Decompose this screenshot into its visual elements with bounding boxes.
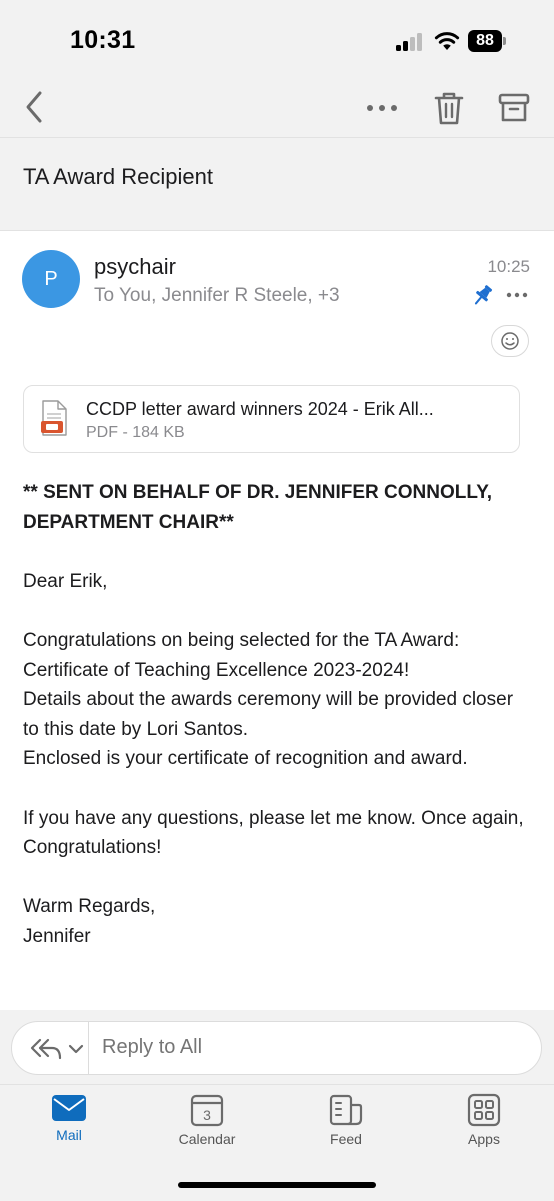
- email-subject: TA Award Recipient: [23, 164, 213, 189]
- tab-label: Mail: [56, 1127, 82, 1143]
- reply-all-icon[interactable]: [26, 1034, 86, 1062]
- body-signoff: Warm Regards,: [23, 896, 156, 918]
- home-indicator[interactable]: [178, 1182, 376, 1188]
- cellular-signal-icon: [396, 33, 424, 51]
- feed-icon: [329, 1094, 363, 1126]
- tab-feed[interactable]: Feed: [296, 1093, 396, 1157]
- subject-header: TA Award Recipient: [0, 138, 554, 231]
- body-paragraph: Congratulations on being selected for th…: [23, 629, 460, 681]
- reply-bar: [0, 1010, 554, 1084]
- body-signature: Jennifer: [23, 925, 91, 947]
- tab-label: Feed: [330, 1131, 362, 1147]
- tab-apps[interactable]: Apps: [434, 1093, 534, 1157]
- ellipsis-icon[interactable]: [362, 94, 402, 122]
- archive-icon[interactable]: [496, 90, 532, 126]
- status-time: 10:31: [70, 26, 136, 54]
- mail-icon: [52, 1095, 86, 1121]
- sender-name[interactable]: psychair: [94, 254, 176, 280]
- message-time: 10:25: [487, 257, 530, 276]
- recipients-line[interactable]: To You, Jennifer R Steele, +3: [94, 285, 340, 307]
- pin-icon[interactable]: [472, 283, 494, 307]
- message-more-icon[interactable]: [505, 285, 529, 305]
- email-body: ** SENT ON BEHALF OF DR. JENNIFER CONNOL…: [23, 478, 533, 952]
- attachment-name: CCDP letter award winners 2024 - Erik Al…: [86, 399, 434, 419]
- body-paragraph: Details about the awards ceremony will b…: [23, 689, 514, 740]
- status-bar: 10:31 88: [0, 0, 554, 80]
- reaction-button[interactable]: [491, 325, 529, 357]
- sender-avatar[interactable]: P: [22, 250, 80, 308]
- apps-icon: [467, 1093, 501, 1127]
- tab-label: Calendar: [178, 1131, 236, 1147]
- body-paragraph: If you have any questions, please let me…: [23, 807, 524, 859]
- tab-mail[interactable]: Mail: [19, 1093, 119, 1157]
- smiley-icon: [501, 332, 519, 350]
- attachment-card[interactable]: CCDP letter award winners 2024 - Erik Al…: [23, 385, 520, 453]
- trash-icon[interactable]: [432, 90, 466, 126]
- body-header: ** SENT ON BEHALF OF DR. JENNIFER CONNOL…: [23, 482, 493, 533]
- calendar-day: 3: [203, 1107, 211, 1123]
- message-toolbar: [0, 80, 554, 138]
- pdf-file-icon: [41, 400, 67, 436]
- body-paragraph: Enclosed is your certificate of recognit…: [23, 748, 468, 770]
- tab-bar: Mail 3 Calendar Feed Apps: [0, 1084, 554, 1201]
- body-greeting: Dear Erik,: [23, 570, 108, 592]
- wifi-icon: [434, 32, 460, 50]
- tab-label: Apps: [468, 1131, 500, 1147]
- reply-input[interactable]: [102, 1036, 502, 1059]
- battery-icon: 88: [468, 30, 502, 52]
- chevron-left-icon[interactable]: [18, 90, 52, 124]
- battery-cap: [503, 37, 506, 45]
- attachment-meta: PDF - 184 KB: [86, 424, 185, 441]
- reply-field: [11, 1021, 542, 1075]
- tab-calendar[interactable]: 3 Calendar: [157, 1093, 257, 1157]
- reply-divider: [88, 1022, 89, 1074]
- calendar-icon: 3: [190, 1094, 224, 1127]
